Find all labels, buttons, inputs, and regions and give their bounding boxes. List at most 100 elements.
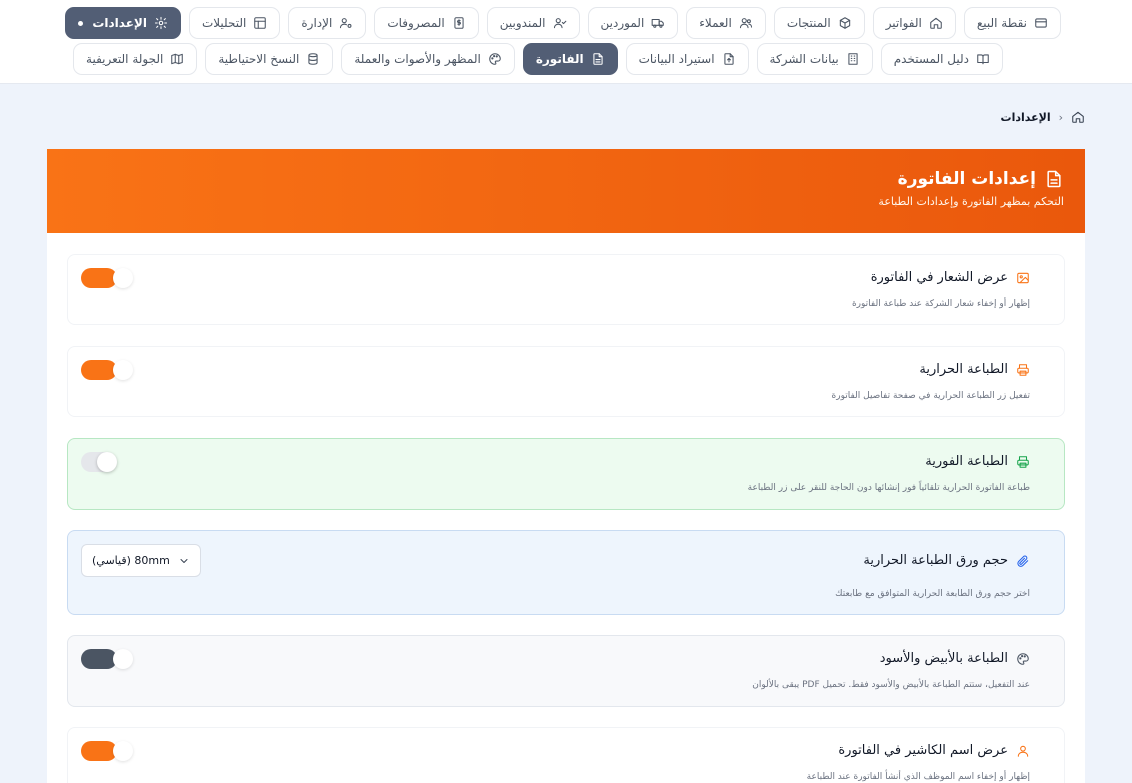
toggle-knob [113, 360, 133, 380]
tab-label: الفواتير [885, 16, 922, 30]
bw-printing-toggle[interactable] [81, 649, 135, 671]
setting-title-text: عرض الشعار في الفاتورة [870, 270, 1008, 285]
main-nav-row: نقطة البيع الفواتير المنتجات العملاء الم… [0, 7, 1132, 39]
toggle-knob [97, 452, 117, 472]
paperclip-icon [1017, 555, 1029, 567]
show-logo-toggle[interactable] [81, 268, 135, 290]
setting-instant-printing: الطباعة الفورية طباعة الفاتورة الحرارية … [67, 438, 1065, 510]
tab-import-data[interactable]: استيراد البيانات [625, 43, 749, 75]
database-icon [308, 53, 318, 65]
paper-size-select[interactable]: 80mm (قياسي) [81, 544, 201, 577]
tab-label: التحليلات [201, 16, 247, 30]
layout-icon [254, 17, 267, 29]
book-icon [977, 54, 989, 65]
breadcrumb: ‹ الإعدادات [1001, 110, 1085, 124]
home-icon [930, 17, 942, 29]
gear-icon [154, 16, 168, 30]
tab-invoice[interactable]: الفاتورة [522, 43, 618, 75]
users-icon [739, 18, 752, 29]
box-icon [839, 17, 850, 29]
tab-reps[interactable]: المندوبين [486, 7, 580, 39]
tab-tour[interactable]: الجولة التعريفية [73, 43, 198, 75]
printer-icon [1017, 455, 1029, 468]
tab-company-data[interactable]: بيانات الشركة [756, 43, 873, 75]
building-icon [848, 53, 858, 65]
setting-cashier-name: عرض اسم الكاشير في الفاتورة إظهار أو إخف… [67, 727, 1065, 783]
cashier-name-toggle[interactable] [81, 741, 135, 763]
tab-label: العملاء [699, 16, 732, 30]
tab-invoices[interactable]: الفواتير [872, 7, 956, 39]
setting-description: إظهار أو إخفاء شعار الشركة عند طباعة الف… [851, 299, 1030, 309]
tab-analytics[interactable]: التحليلات [188, 7, 281, 39]
user-gear-icon [340, 18, 352, 29]
setting-title-text: عرض اسم الكاشير في الفاتورة [838, 743, 1008, 758]
tab-label: المندوبين [499, 16, 546, 30]
setting-title: حجم ورق الطباعة الحرارية [863, 553, 1030, 568]
tab-customers[interactable]: العملاء [686, 7, 766, 39]
file-text-icon [1047, 170, 1061, 188]
setting-title: الطباعة الفورية [925, 454, 1030, 469]
card-icon [1035, 18, 1047, 28]
setting-title-text: الطباعة الحرارية [919, 362, 1008, 377]
setting-description: تفعيل زر الطباعة الحرارية في صفحة تفاصيل… [831, 391, 1030, 401]
home-icon[interactable] [1071, 110, 1085, 124]
user-check-icon [553, 18, 566, 29]
tab-admin[interactable]: الإدارة [288, 7, 367, 39]
toggle-knob [113, 649, 133, 669]
tab-label: نقطة البيع [976, 16, 1027, 30]
instant-printing-toggle[interactable] [81, 452, 135, 474]
tab-suppliers[interactable]: الموردين [587, 7, 679, 39]
toggle-track [81, 268, 117, 288]
tab-expenses[interactable]: المصروفات [374, 7, 479, 39]
tab-backups[interactable]: النسخ الاحتياطية [205, 43, 334, 75]
setting-title: عرض الشعار في الفاتورة [871, 270, 1030, 285]
breadcrumb-current: الإعدادات [1000, 110, 1051, 124]
tab-appearance[interactable]: المظهر والأصوات والعملة [341, 43, 515, 75]
tab-label: المظهر والأصوات والعملة [354, 52, 481, 66]
tab-label: دليل المستخدم [893, 52, 969, 66]
invoice-settings-card: إعدادات الفاتورة التحكم بمظهر الفاتورة و… [47, 149, 1085, 783]
tab-label: الموردين [600, 16, 645, 30]
tab-label: الإدارة [301, 16, 333, 30]
toggle-track [81, 649, 117, 669]
tab-label: المنتجات [786, 16, 831, 30]
setting-title-text: الطباعة بالأبيض والأسود [879, 651, 1008, 666]
setting-description: اختر حجم ورق الطابعة الحرارية المتوافق م… [835, 589, 1030, 599]
thermal-printing-toggle[interactable] [81, 360, 135, 382]
setting-title-text: الطباعة الفورية [925, 454, 1008, 469]
setting-description: إظهار أو إخفاء اسم الموظف الذي أنشأ الفا… [806, 772, 1030, 782]
breadcrumb-separator: ‹ [1058, 110, 1063, 124]
setting-title: الطباعة بالأبيض والأسود [880, 651, 1030, 666]
setting-title: عرض اسم الكاشير في الفاتورة [838, 743, 1030, 758]
card-title: إعدادات الفاتورة [47, 169, 1064, 189]
card-title-text: إعدادات الفاتورة [897, 169, 1036, 189]
tab-pos[interactable]: نقطة البيع [963, 7, 1061, 39]
file-text-icon [593, 53, 603, 65]
tab-label: المصروفات [387, 16, 445, 30]
map-icon [171, 53, 184, 65]
palette-icon [489, 53, 501, 65]
tab-label: النسخ الاحتياطية [218, 52, 300, 66]
setting-title: الطباعة الحرارية [919, 362, 1030, 377]
file-upload-icon [723, 53, 734, 65]
settings-subnav-row: دليل المستخدم بيانات الشركة استيراد البي… [0, 43, 1132, 75]
tab-label: الإعدادات [92, 16, 147, 30]
truck-icon [651, 18, 665, 28]
select-value: 80mm (قياسي) [92, 554, 170, 567]
tab-settings[interactable]: الإعدادات [65, 7, 181, 39]
tab-label: بيانات الشركة [769, 52, 839, 66]
image-icon [1017, 272, 1029, 283]
tab-label: الفاتورة [535, 52, 584, 66]
dollar-doc-icon [454, 17, 464, 29]
setting-description: عند التفعيل، ستتم الطباعة بالأبيض والأسو… [752, 680, 1030, 690]
tab-products[interactable]: المنتجات [773, 7, 865, 39]
chevron-down-icon [180, 558, 188, 563]
setting-title-text: حجم ورق الطباعة الحرارية [863, 553, 1008, 568]
setting-description: طباعة الفاتورة الحرارية تلقائياً فور إنش… [747, 483, 1030, 493]
printer-icon [1017, 363, 1029, 376]
toggle-knob [113, 268, 133, 288]
toggle-track [81, 360, 117, 380]
toggle-track [81, 741, 117, 761]
card-subtitle: التحكم بمظهر الفاتورة وإعدادات الطباعة [878, 195, 1064, 208]
tab-user-guide[interactable]: دليل المستخدم [880, 43, 1003, 75]
